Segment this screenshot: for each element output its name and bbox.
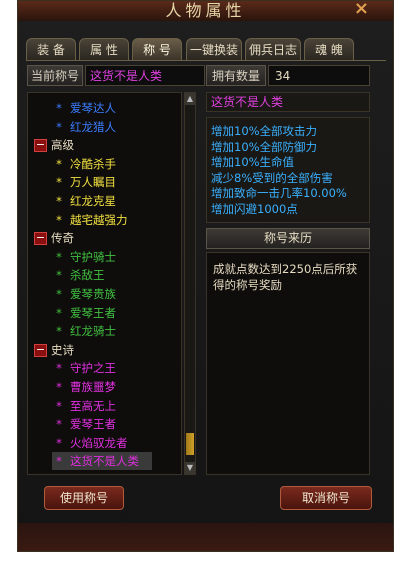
title-group[interactable]: − 传奇	[34, 229, 74, 247]
star-icon: *	[56, 435, 62, 450]
title-list-item-label: 红龙克星	[70, 194, 116, 208]
title-list-item-label: 曹族噩梦	[70, 380, 116, 394]
attribute-line: 增加10%全部防御力	[211, 139, 318, 154]
title-list-item[interactable]: * 越宅越强力	[52, 211, 128, 229]
attribute-line: 增加10%全部攻击力	[211, 124, 318, 138]
tab-equipment[interactable]: 装 备	[26, 38, 76, 60]
star-icon: *	[56, 268, 62, 283]
title-list-item-label: 越宅越强力	[70, 212, 128, 227]
star-icon: *	[56, 287, 62, 301]
title-list-item[interactable]: * 这货不是人类	[52, 452, 152, 471]
use-title-button[interactable]: 使用称号	[44, 486, 124, 510]
title-list-item-label: 至高无上	[70, 398, 116, 413]
current-title-label: 当前称号	[27, 65, 83, 86]
collapse-icon[interactable]: −	[34, 343, 47, 357]
title-list-item[interactable]: * 冷酷杀手	[52, 155, 116, 173]
star-icon: *	[56, 212, 62, 227]
title-list-scrollbar[interactable]: ▲ ▼	[184, 92, 196, 475]
title-group[interactable]: − 史诗	[34, 341, 74, 359]
title-group-label: 史诗	[51, 342, 74, 357]
scroll-down-icon[interactable]: ▼	[185, 462, 195, 474]
character-attributes-window: 人物属性 × 装 备 属 性 称 号 一键换装 佣兵日志 魂 魄 当前称号 这货…	[17, 0, 394, 552]
title-list-item-label: 红龙骑士	[70, 324, 116, 339]
title-list-item-label: 红龙猎人	[70, 119, 116, 134]
star-icon: *	[56, 101, 62, 115]
title-list-item-label: 万人瞩目	[70, 175, 116, 190]
title-list-item-label: 爱琴贵族	[70, 287, 116, 301]
title-list-item-label: 杀敌王	[70, 268, 105, 283]
attribute-line: 增加10%生命值	[211, 155, 295, 169]
window-bottom-border	[18, 523, 393, 551]
star-icon: *	[56, 398, 62, 413]
window-titlebar[interactable]: 人物属性 ×	[18, 0, 393, 21]
collapse-icon[interactable]: −	[34, 232, 47, 246]
title-list-item[interactable]: * 万人瞩目	[52, 173, 116, 191]
title-list-item[interactable]: * 守护骑士	[52, 248, 116, 266]
title-list-item-label: 守护之王	[70, 361, 116, 376]
title-list-item[interactable]: * 爱琴王者	[52, 415, 116, 433]
current-title-value: 这货不是人类	[85, 65, 205, 86]
title-list-item-label: 爱琴王者	[70, 417, 116, 432]
title-list: * 爱琴达人 * 红龙猎人 − 高级 * 冷酷杀手 * 万人瞩目 * 红龙克星 * 越宅越强力 − 传奇 * 守护…	[27, 92, 182, 475]
title-list-item[interactable]: * 爱琴达人	[52, 99, 116, 117]
title-attributes: 增加10%全部攻击力 增加10%全部防御力 增加10%生命值 减少8%受到的全部伤害增…	[206, 117, 370, 223]
window-title: 人物属性	[165, 1, 246, 20]
collapse-icon[interactable]: −	[34, 139, 47, 153]
title-group-label: 传奇	[51, 231, 74, 246]
star-icon: *	[56, 454, 62, 469]
title-list-item[interactable]: * 杀敌王	[52, 266, 105, 284]
tab-divider	[26, 60, 386, 61]
star-icon: *	[56, 119, 62, 134]
selected-title-name: 这货不是人类	[206, 92, 370, 112]
title-list-item[interactable]: * 爱琴王者	[52, 304, 116, 322]
owned-count-value: 34	[268, 65, 370, 86]
title-list-item[interactable]: * 红龙骑士	[52, 322, 116, 340]
tab-mercenary-log[interactable]: 佣兵日志	[245, 38, 301, 60]
title-source-text: 成就点数达到2250点后所获得的称号奖励	[206, 252, 370, 475]
title-list-item[interactable]: * 爱琴贵族	[52, 285, 116, 303]
cancel-title-button[interactable]: 取消称号	[280, 486, 372, 510]
attribute-line: 减少8%受到的全部伤害	[211, 170, 333, 185]
title-list-item-label: 冷酷杀手	[70, 156, 116, 171]
star-icon: *	[56, 305, 62, 320]
star-icon: *	[56, 156, 62, 171]
title-list-item[interactable]: * 红龙猎人	[52, 118, 116, 136]
title-list-item[interactable]: * 至高无上	[52, 397, 116, 415]
title-list-item[interactable]: * 曹族噩梦	[52, 378, 116, 396]
star-icon: *	[56, 324, 62, 339]
title-list-item[interactable]: * 守护之王	[52, 359, 116, 377]
tab-titles[interactable]: 称 号	[132, 38, 182, 60]
close-icon[interactable]: ×	[354, 0, 373, 19]
title-source-header: 称号来历	[206, 228, 370, 249]
star-icon: *	[56, 249, 62, 264]
star-icon: *	[56, 417, 62, 432]
star-icon: *	[56, 175, 62, 190]
title-list-item-label: 爱琴达人	[70, 101, 116, 115]
attribute-line: 增加致命一击几率10.00%	[211, 186, 347, 200]
title-list-item-label: 守护骑士	[70, 249, 116, 264]
star-icon: *	[56, 361, 62, 376]
tab-soul[interactable]: 魂 魄	[304, 38, 354, 60]
title-group[interactable]: − 高级	[34, 136, 74, 154]
tab-quick-outfit[interactable]: 一键换装	[186, 38, 242, 60]
title-list-item-label: 火焰驭龙者	[70, 435, 128, 450]
scroll-up-icon[interactable]: ▲	[185, 93, 195, 105]
title-group-label: 高级	[51, 138, 74, 153]
title-list-item[interactable]: * 红龙克星	[52, 192, 116, 210]
tab-attributes[interactable]: 属 性	[79, 38, 129, 60]
scroll-thumb[interactable]	[186, 433, 194, 455]
owned-count-label: 拥有数量	[206, 65, 266, 86]
attribute-line: 增加闪避1000点	[211, 201, 298, 216]
star-icon: *	[56, 194, 62, 208]
title-list-item-label: 爱琴王者	[70, 305, 116, 320]
title-list-item-label: 这货不是人类	[70, 454, 139, 469]
title-list-item[interactable]: * 火焰驭龙者	[52, 434, 128, 452]
star-icon: *	[56, 380, 62, 394]
